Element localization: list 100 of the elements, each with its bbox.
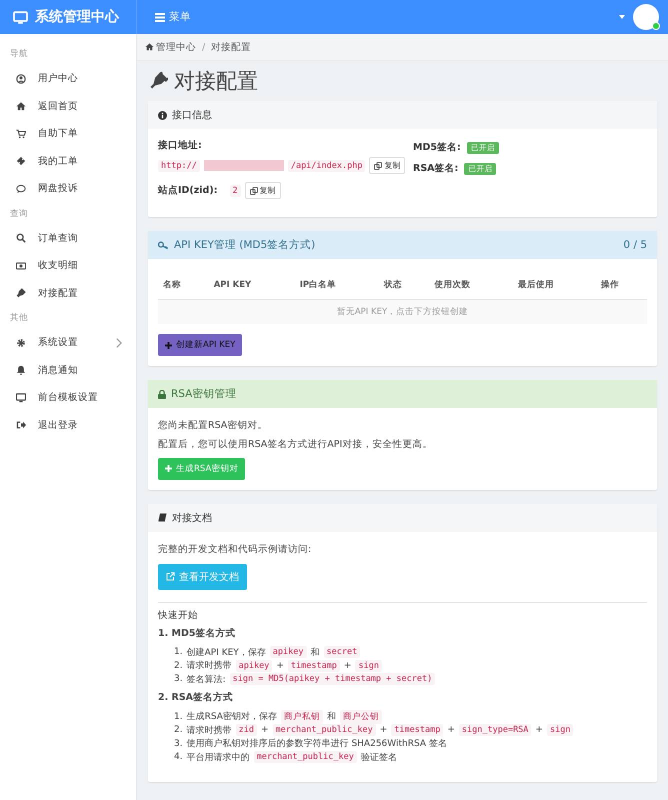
code-snippet: 商户公钥 [340, 710, 382, 724]
site-id-value: 2 [230, 184, 241, 196]
caret-icon[interactable] [619, 15, 625, 19]
step-text: 签名算法: [186, 674, 226, 686]
section-heading: 快速开始 [158, 608, 199, 622]
sidebar-item[interactable]: 自助下单 [0, 120, 136, 148]
sidebar-item-icon [16, 260, 26, 271]
step-text: + [260, 725, 268, 736]
step-number: 4. [174, 752, 183, 762]
sidebar-item-icon [16, 128, 26, 139]
breadcrumb-separator: / [202, 42, 206, 52]
info-text: 配置后，您可以使用RSA签名方式进行API对接，安全性更高。 [158, 438, 434, 451]
key-icon [158, 240, 169, 250]
step-number: 2. [174, 660, 183, 671]
key-count: 0 / 5 [623, 239, 647, 251]
create-api-key-button[interactable]: 创建新API KEY [158, 334, 242, 356]
copy-button[interactable]: 复制 [244, 182, 281, 199]
method-heading: 2. RSA签名方式 [158, 691, 234, 704]
sidebar-item[interactable]: 网盘投诉 [0, 175, 136, 202]
info-text: 您尚未配置RSA密钥对。 [158, 419, 268, 432]
step-number: 1. [174, 712, 183, 722]
lock-icon [158, 390, 166, 398]
sidebar-item-icon [16, 338, 26, 348]
breadcrumb-link[interactable]: 管理中心 [156, 40, 196, 54]
step-text: 验证签名 [360, 752, 397, 764]
sidebar-item[interactable]: 消息通知 [0, 356, 136, 384]
sidebar-item-icon [16, 74, 26, 84]
brand-title-text: 系统管理中心 [35, 8, 119, 26]
card-title: RSA密钥管理 [171, 387, 236, 401]
sidebar-item-icon [16, 233, 26, 244]
code-snippet: sign [546, 724, 574, 736]
api-url-path: /api/index.php [288, 160, 366, 172]
code-snippet: zid [236, 724, 257, 736]
sidebar-item[interactable]: 对接配置 [0, 280, 136, 307]
sidebar-item-icon [16, 420, 26, 430]
step-text: 使用商户私钥对排序后的参数字符串进行 SHA256WithRSA 签名 [186, 738, 447, 750]
step-text: + [276, 660, 284, 671]
step-text: 创建API KEY，保存 [186, 646, 266, 659]
plus-icon [165, 342, 172, 348]
sidebar-item[interactable]: 返回首页 [0, 92, 136, 120]
method-heading: 1. MD5签名方式 [158, 626, 236, 640]
empty-table-message: 暂无API KEY，点击下方按钮创建 [158, 300, 647, 324]
user-avatar[interactable] [633, 4, 659, 30]
step-text: 和 [326, 710, 336, 724]
sidebar-item[interactable]: 用户中心 [0, 65, 136, 92]
code-snippet: 商户私钥 [280, 710, 323, 724]
sidebar-item[interactable]: 系统设置 [0, 329, 136, 356]
card-title: 接口信息 [172, 108, 212, 122]
sidebar-item-icon [16, 365, 26, 376]
sidebar-item[interactable]: 收支明细 [0, 252, 136, 280]
sidebar-item[interactable]: 我的工单 [0, 148, 136, 175]
code-snippet: apikey [270, 646, 306, 658]
field-label: MD5签名: [413, 141, 461, 154]
copy-button[interactable]: 复制 [369, 157, 406, 174]
sidebar-item[interactable]: 订单查询 [0, 224, 136, 252]
field-label: 站点ID(zid): [158, 184, 218, 197]
field-label: 接口地址: [158, 139, 203, 152]
card-title: API KEY管理 (MD5签名方式) [174, 238, 316, 252]
step-text: 平台用请求中的 [186, 752, 250, 764]
code-snippet: secret [324, 646, 360, 658]
api-url-prefix: http:// [158, 160, 200, 172]
code-snippet: timestamp [288, 660, 340, 672]
sidebar-section-label: 查询 [9, 208, 29, 220]
plus-icon [165, 465, 172, 472]
sidebar-item-icon [16, 288, 26, 298]
code-snippet: merchant_public_key [254, 751, 357, 764]
step-text: + [380, 725, 388, 736]
sidebar-item[interactable]: 前台模板设置 [0, 384, 136, 412]
code-snippet: sign = MD5(apikey + timestamp + secret) [230, 673, 436, 686]
sidebar-item-icon [16, 184, 26, 194]
step-number: 3. [174, 674, 183, 684]
step-number: 3. [174, 738, 183, 749]
step-text: + [344, 660, 352, 671]
step-number: 1. [174, 647, 183, 658]
code-snippet: merchant_public_key [272, 724, 376, 736]
code-snippet: timestamp [391, 724, 444, 736]
copy-icon [374, 162, 382, 170]
step-text: 和 [310, 646, 320, 659]
step-text: 生成RSA密钥对，保存 [186, 710, 277, 724]
sidebar-section-label: 导航 [9, 48, 29, 61]
info-icon [158, 110, 167, 120]
step-text: 请求时携带 [186, 660, 232, 672]
external-link-icon [166, 572, 175, 581]
code-snippet: apikey [236, 660, 272, 672]
sidebar-item-icon [16, 101, 26, 112]
sidebar-item-icon [16, 156, 26, 166]
card-title: 对接文档 [172, 512, 212, 524]
step-text: 请求时携带 [186, 724, 232, 737]
sidebar-item[interactable]: 退出登录 [0, 412, 136, 439]
sidebar-section-label: 其他 [9, 312, 29, 325]
step-number: 2. [174, 725, 183, 736]
field-label: RSA签名: [413, 162, 458, 175]
copy-icon [250, 186, 258, 194]
home-icon [145, 43, 154, 51]
page-title: 对接配置 [174, 68, 258, 95]
monitor-icon [13, 10, 28, 24]
code-snippet: sign_type=RSA [458, 724, 532, 736]
breadcrumb-current: 对接配置 [211, 40, 252, 54]
plug-icon [148, 71, 168, 91]
step-text: + [447, 725, 455, 736]
